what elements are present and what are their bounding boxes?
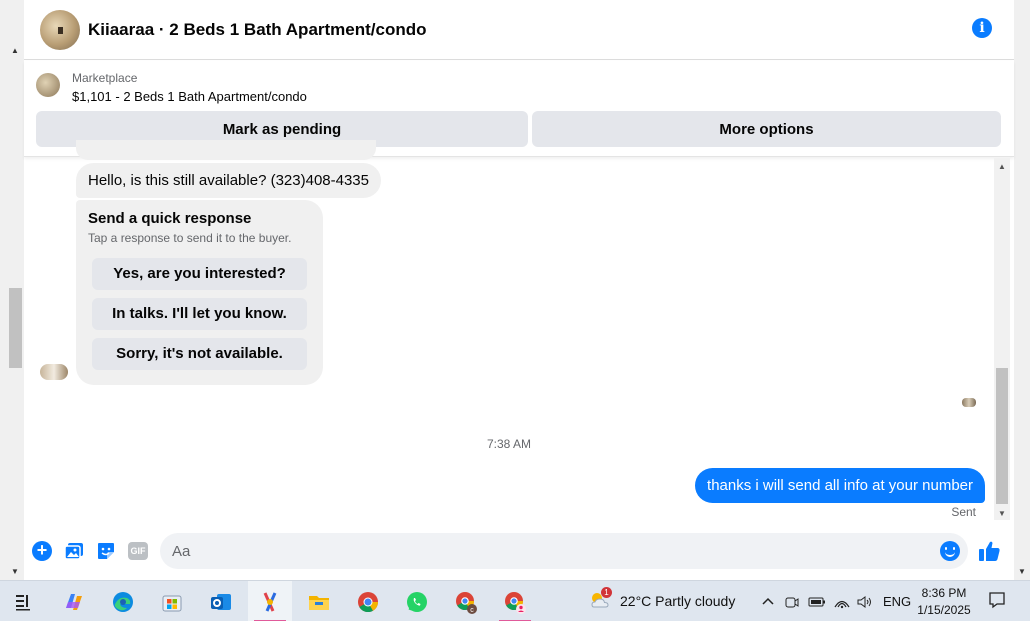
notification-center-icon[interactable]	[988, 591, 1006, 609]
message-status: Sent	[951, 505, 976, 519]
copilot-icon[interactable]	[52, 581, 96, 621]
scroll-down-arrow-icon[interactable]: ▼	[11, 567, 19, 576]
message-timestamp: 7:38 AM	[486, 437, 532, 451]
marketplace-label: Marketplace	[72, 71, 138, 85]
page-scrollbar[interactable]: ▲ ▼	[8, 40, 24, 580]
listing-avatar[interactable]	[40, 9, 80, 50]
info-icon[interactable]: i	[972, 18, 992, 38]
chat-window: Kiiaaraa · 2 Beds 1 Bath Apartment/condo…	[24, 0, 1014, 580]
meet-now-icon[interactable]	[784, 581, 800, 621]
page-scrollbar-thumb[interactable]	[9, 288, 22, 368]
sender-avatar[interactable]	[40, 364, 68, 380]
weather-widget[interactable]: 1 22°C Partly cloudy	[588, 587, 748, 617]
quick-reply-not-available-button[interactable]: Sorry, it's not available.	[92, 338, 307, 370]
listing-thumbnail[interactable]	[36, 73, 60, 97]
weather-text: 22°C Partly cloudy	[620, 593, 736, 609]
quick-reply-in-talks-button[interactable]: In talks. I'll let you know.	[92, 298, 307, 330]
emoji-icon[interactable]	[940, 541, 960, 561]
listing-title[interactable]: $1,101 - 2 Beds 1 Bath Apartment/condo	[72, 89, 307, 104]
chrome-profile-user-icon[interactable]	[493, 581, 537, 621]
screen: ▲ ▼ ▼ Kiiaaraa · 2 Beds 1 Bath Apartment…	[0, 0, 1030, 621]
seen-indicator-avatar	[962, 398, 976, 407]
outlook-icon[interactable]	[199, 581, 243, 621]
outgoing-message: thanks i will send all info at your numb…	[695, 468, 985, 503]
whatsapp-icon[interactable]	[395, 581, 439, 621]
input-language[interactable]: ENG	[883, 581, 911, 621]
message-composer: + GIF	[24, 530, 1014, 574]
incoming-message: Hello, is this still available? (323)408…	[76, 163, 381, 198]
quick-reply-interested-button[interactable]: Yes, are you interested?	[92, 258, 307, 290]
scroll-up-arrow-icon[interactable]: ▲	[998, 162, 1006, 171]
scroll-up-arrow-icon[interactable]: ▲	[11, 46, 19, 55]
file-explorer-icon[interactable]	[297, 581, 341, 621]
weather-badge: 1	[601, 587, 612, 598]
messages-scrollbar[interactable]: ▲ ▼	[994, 158, 1010, 520]
system-clock[interactable]: 8:36 PM 1/15/2025	[912, 585, 976, 619]
volume-icon[interactable]	[856, 581, 874, 621]
more-options-button[interactable]: More options	[532, 111, 1001, 147]
battery-icon[interactable]	[808, 581, 826, 621]
clock-time: 8:36 PM	[921, 586, 967, 600]
active-app-icon[interactable]	[248, 581, 292, 621]
plus-icon[interactable]: +	[32, 541, 52, 561]
svg-text:c: c	[470, 607, 474, 614]
messages-scrollbar-thumb[interactable]	[996, 368, 1008, 504]
scroll-down-arrow-icon[interactable]: ▼	[1018, 567, 1026, 576]
chat-title[interactable]: Kiiaaraa · 2 Beds 1 Bath Apartment/condo	[88, 20, 427, 40]
thumbs-up-icon[interactable]	[978, 539, 1002, 563]
task-view-icon[interactable]	[2, 581, 46, 621]
chrome-icon[interactable]	[346, 581, 390, 621]
gif-icon[interactable]: GIF	[128, 542, 148, 560]
scroll-down-arrow-icon[interactable]: ▼	[998, 509, 1006, 518]
clock-date: 1/15/2025	[917, 603, 971, 617]
chrome-profile-c-icon[interactable]: c	[444, 581, 488, 621]
quick-response-title: Send a quick response	[88, 210, 252, 227]
show-hidden-icons-chevron-icon[interactable]	[760, 581, 776, 621]
right-scrollbar-track: ▼	[1014, 0, 1030, 580]
windows-taskbar: c 1 22°C Partly cloudy ENG 8:36 PM 1/15/…	[0, 580, 1030, 621]
quick-response-subtitle: Tap a response to send it to the buyer.	[88, 231, 292, 245]
message-input[interactable]	[172, 533, 932, 569]
sticker-icon[interactable]	[96, 541, 116, 561]
chat-header: Kiiaaraa · 2 Beds 1 Bath Apartment/condo…	[24, 0, 1014, 60]
wifi-icon[interactable]	[833, 581, 851, 621]
photo-icon[interactable]	[64, 541, 84, 561]
microsoft-store-icon[interactable]	[150, 581, 194, 621]
previous-message-fragment	[76, 140, 376, 160]
quick-response-card: Send a quick response Tap a response to …	[76, 200, 323, 385]
message-input-container[interactable]	[160, 533, 968, 569]
edge-browser-icon[interactable]	[101, 581, 145, 621]
